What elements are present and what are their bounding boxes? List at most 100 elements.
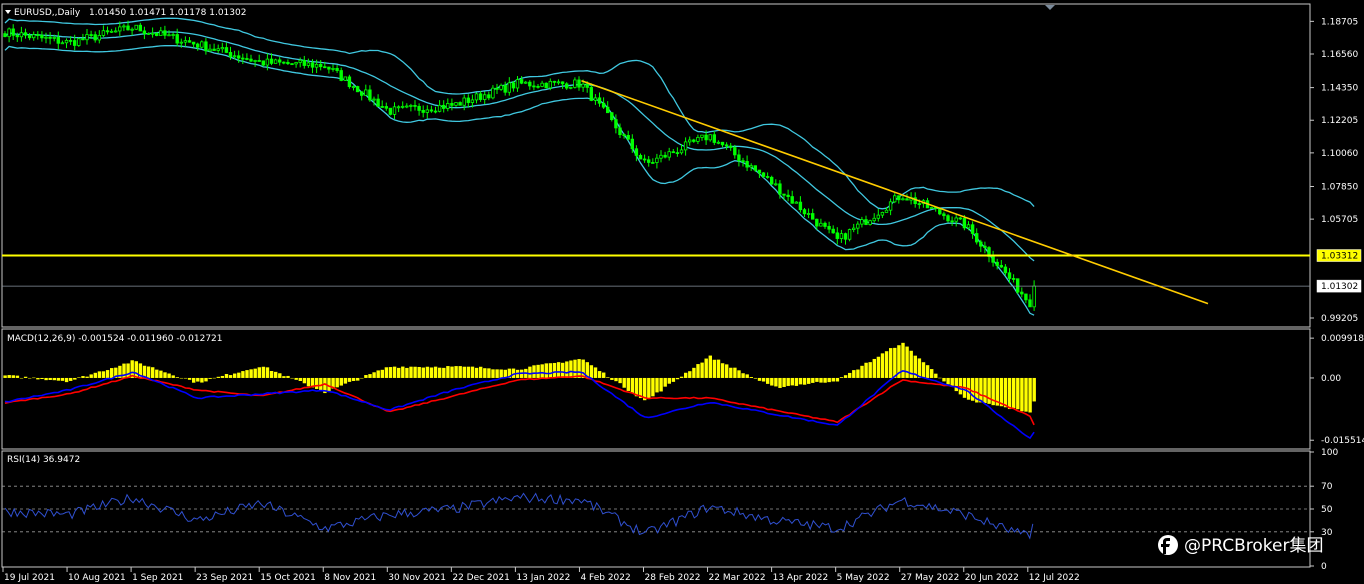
- candle: [724, 142, 729, 150]
- candle: [208, 44, 212, 53]
- candle: [642, 154, 647, 163]
- macd-histogram: [3, 342, 1036, 413]
- candle: [794, 201, 798, 204]
- macd-bar: [257, 367, 261, 378]
- macd-bar: [245, 370, 249, 378]
- macd-bar: [802, 377, 807, 385]
- macd-bar: [1032, 377, 1036, 402]
- candle: [368, 85, 372, 102]
- macd-bar: [774, 377, 778, 387]
- candle: [200, 40, 204, 49]
- macd-bar: [224, 374, 229, 378]
- macd-bar: [438, 367, 442, 378]
- macd-bar: [3, 375, 7, 378]
- candle: [519, 76, 524, 85]
- macd-bar: [483, 368, 487, 378]
- macd-bar: [663, 377, 667, 387]
- macd-bar: [204, 377, 208, 382]
- candle: [388, 107, 393, 116]
- trendline[interactable]: [581, 80, 1209, 305]
- macd-bar: [651, 377, 655, 397]
- candle: [183, 36, 188, 47]
- price-tag-label: 1.01302: [1321, 282, 1358, 292]
- macd-bar: [388, 367, 393, 378]
- collapse-triangle-icon[interactable]: [5, 10, 11, 14]
- macd-bar: [532, 365, 536, 378]
- main-panel[interactable]: [1, 3, 1311, 328]
- y-tick-label: 1.10060: [1321, 149, 1358, 159]
- drawn-lines[interactable]: [2, 80, 1310, 305]
- candle: [1032, 280, 1036, 311]
- macd-bar: [64, 377, 69, 383]
- macd-bar: [581, 359, 585, 378]
- x-tick-label: 13 Apr 2022: [773, 573, 829, 583]
- macd-bar: [228, 375, 233, 378]
- macd-bar: [647, 377, 651, 399]
- macd-bar: [540, 364, 544, 378]
- candle: [897, 195, 901, 204]
- candle: [351, 85, 356, 91]
- macd-bar: [462, 366, 466, 378]
- macd-bar: [163, 372, 167, 378]
- macd-bar: [839, 377, 844, 378]
- candle: [175, 28, 179, 47]
- candle: [659, 150, 663, 163]
- macd-bar: [770, 377, 774, 386]
- candle: [847, 228, 852, 242]
- macd-bar: [684, 372, 688, 378]
- candle: [396, 105, 401, 113]
- candle: [146, 32, 151, 35]
- main-header: EURUSD,,Daily 1.01450 1.01471 1.01178 1.…: [5, 8, 246, 18]
- candle: [790, 190, 794, 204]
- macd-bar: [987, 377, 991, 404]
- candle: [204, 38, 208, 55]
- candle: [1003, 264, 1008, 276]
- candle: [400, 101, 405, 109]
- macd-bar: [745, 374, 749, 378]
- macd-bar: [921, 362, 926, 378]
- candle: [195, 42, 200, 51]
- candle: [954, 213, 958, 227]
- macd-bar: [688, 371, 692, 378]
- macd-bar: [831, 377, 835, 382]
- macd-bar: [110, 368, 114, 378]
- candle: [950, 216, 954, 226]
- candle: [811, 208, 815, 220]
- macd-bar: [413, 366, 417, 378]
- x-tick-label: 19 Jul 2021: [4, 573, 55, 583]
- macd-bar: [32, 377, 36, 379]
- macd-bar: [466, 366, 471, 378]
- shift-marker-icon[interactable]: [1045, 5, 1055, 10]
- macd-bar: [89, 374, 93, 378]
- x-tick-label: 22 Dec 2021: [452, 573, 510, 583]
- rsi-panel[interactable]: [1, 450, 1311, 568]
- macd-bar: [216, 376, 220, 378]
- ohlc-values: 1.01450 1.01471 1.01178 1.01302: [89, 8, 246, 18]
- macd-bar: [208, 377, 212, 379]
- macd-bar: [491, 369, 495, 378]
- macd-bar: [1007, 377, 1012, 410]
- macd-bar: [942, 377, 946, 382]
- macd-bar: [593, 367, 598, 378]
- macd-bar: [282, 376, 286, 378]
- macd-bar: [200, 377, 204, 383]
- macd-bar: [249, 369, 253, 378]
- macd-bar: [372, 372, 376, 378]
- candle: [601, 97, 606, 109]
- macd-bar: [339, 377, 343, 386]
- macd-panel[interactable]: [1, 328, 1311, 450]
- macd-bar: [134, 361, 138, 378]
- candle: [507, 77, 511, 96]
- candle: [245, 53, 249, 61]
- chart-canvas[interactable]: 1.18705 1.16560 1.14350 1.12205 1.10060 1.078…: [0, 0, 1364, 584]
- candle: [392, 102, 397, 119]
- macd-bar: [815, 377, 819, 382]
- macd-y-tick-label: -0.015514: [1321, 436, 1364, 446]
- macd-bar: [868, 362, 872, 378]
- macd-bar: [917, 358, 922, 378]
- candle: [696, 134, 700, 145]
- y-tick-label: 1.12205: [1321, 116, 1358, 126]
- bollinger-bands: [4, 17, 1035, 316]
- candle: [929, 206, 934, 209]
- candle: [970, 221, 975, 239]
